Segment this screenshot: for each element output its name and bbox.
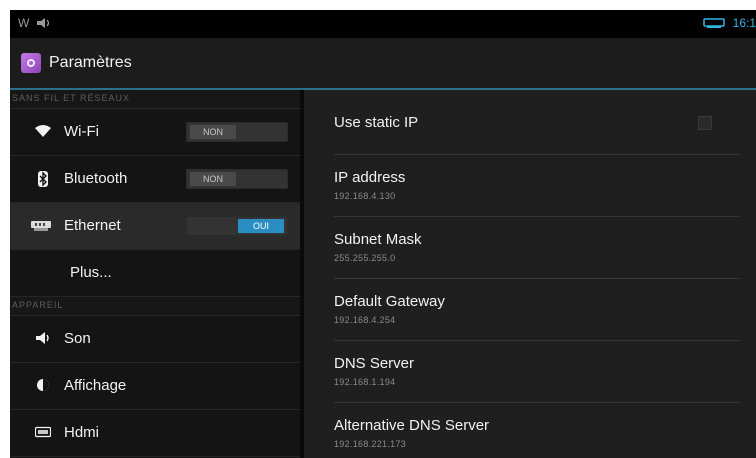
sidebar-item-label: Bluetooth: [64, 170, 128, 187]
settings-sidebar: SANS FIL ET RÉSEAUX Wi-Fi NON Bluetooth …: [10, 90, 300, 458]
default-gateway-row[interactable]: Default Gateway 192.168.4.254: [334, 279, 740, 341]
sidebar-item-display[interactable]: Affichage: [10, 363, 300, 410]
status-bar: W 16:1: [10, 10, 756, 38]
sidebar-item-label: Ethernet: [64, 217, 121, 234]
bluetooth-toggle[interactable]: NON: [186, 169, 288, 189]
sidebar-item-wifi[interactable]: Wi-Fi NON: [10, 109, 300, 156]
field-title: IP address: [334, 169, 406, 186]
section-header-device: APPAREIL: [10, 297, 300, 316]
static-ip-label: Use static IP: [334, 114, 419, 131]
bluetooth-icon: [35, 171, 51, 187]
hdmi-icon: [34, 425, 52, 441]
sidebar-item-sound[interactable]: Son: [10, 316, 300, 363]
toggle-knob: NON: [190, 125, 236, 139]
ethernet-status-icon: [702, 18, 725, 28]
section-header-wireless: SANS FIL ET RÉSEAUX: [10, 90, 300, 109]
ethernet-toggle[interactable]: OUI: [186, 216, 288, 236]
brightness-icon: [35, 378, 51, 394]
volume-icon: [37, 18, 50, 28]
field-value: 192.168.1.194: [334, 377, 396, 387]
field-value: 192.168.4.254: [334, 315, 396, 325]
field-title: Alternative DNS Server: [334, 417, 490, 434]
alt-dns-server-row[interactable]: Alternative DNS Server 192.168.221.173: [334, 403, 740, 458]
subnet-mask-row[interactable]: Subnet Mask 255.255.255.0: [334, 217, 740, 279]
static-ip-checkbox[interactable]: [698, 116, 712, 130]
sidebar-item-label: Affichage: [64, 377, 127, 394]
field-value: 192.168.4.130: [334, 191, 396, 201]
field-title: Subnet Mask: [334, 231, 422, 248]
wifi-icon: [35, 124, 51, 140]
static-ip-row[interactable]: Use static IP: [334, 90, 740, 155]
sidebar-item-label: Plus...: [70, 264, 112, 281]
sidebar-item-more[interactable]: Plus...: [10, 250, 300, 297]
android-screen: W 16:1 Paramètres SANS FIL ET RÉSEAUX Wi…: [10, 10, 756, 458]
sidebar-item-label: Hdmi: [64, 424, 100, 441]
notification-w-icon: W: [18, 16, 30, 30]
speaker-icon: [35, 331, 51, 347]
sidebar-item-label: Son: [64, 330, 91, 347]
ip-address-row[interactable]: IP address 192.168.4.130: [334, 155, 740, 217]
page-title: Paramètres: [49, 54, 132, 71]
sidebar-item-hdmi[interactable]: Hdmi: [10, 410, 300, 457]
action-bar: Paramètres: [10, 38, 756, 90]
field-title: DNS Server: [334, 355, 415, 372]
settings-app-icon[interactable]: [21, 53, 41, 73]
wifi-toggle[interactable]: NON: [186, 122, 288, 142]
sidebar-item-label: Wi-Fi: [64, 123, 99, 140]
sidebar-item-bluetooth[interactable]: Bluetooth NON: [10, 156, 300, 203]
clock: 16:1: [732, 16, 756, 30]
toggle-knob: OUI: [238, 219, 284, 233]
ethernet-settings-panel: Use static IP IP address 192.168.4.130 S…: [304, 90, 756, 458]
field-value: 192.168.221.173: [334, 439, 407, 449]
sidebar-item-ethernet[interactable]: Ethernet OUI: [10, 203, 300, 250]
field-title: Default Gateway: [334, 293, 445, 310]
toggle-knob: NON: [190, 172, 236, 186]
field-value: 255.255.255.0: [334, 253, 396, 263]
dns-server-row[interactable]: DNS Server 192.168.1.194: [334, 341, 740, 403]
ethernet-icon: [30, 218, 52, 234]
